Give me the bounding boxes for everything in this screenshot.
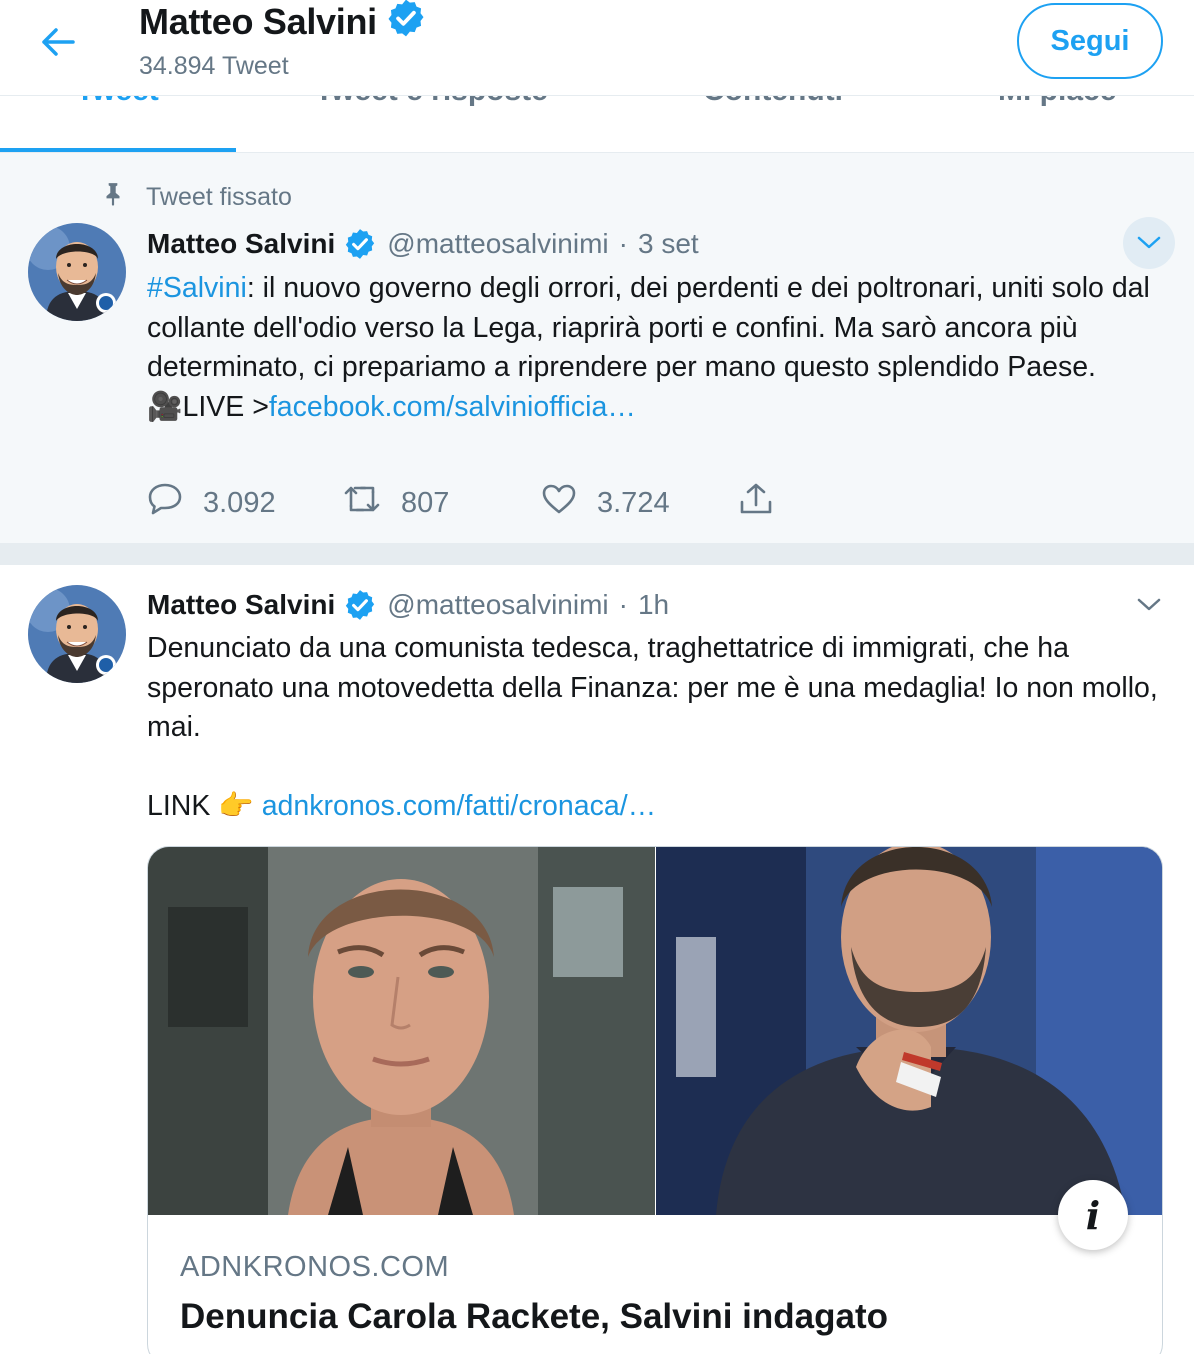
chevron-down-icon[interactable]	[1123, 217, 1175, 269]
share-icon	[738, 482, 774, 524]
profile-name: Matteo Salvini	[139, 1, 377, 42]
author-name[interactable]: Matteo Salvini	[147, 589, 335, 621]
tweet-timestamp[interactable]: 3 set	[638, 228, 699, 260]
tweet-divider	[0, 543, 1194, 565]
profile-header: Matteo Salvini 34.894 Tweet Segui	[0, 0, 1194, 96]
pinned-tweet[interactable]: Tweet fissato Matteo Salvini @matteosalv…	[0, 153, 1194, 543]
card-photo-left	[148, 847, 655, 1215]
author-name[interactable]: Matteo Salvini	[147, 228, 335, 260]
adnkronos-link[interactable]: adnkronos.com/fatti/cronaca/…	[262, 790, 656, 822]
profile-name-row: Matteo Salvini	[139, 0, 427, 44]
separator: ·	[618, 228, 628, 259]
reply-count: 3.092	[203, 486, 276, 519]
tab-mi-piace[interactable]: Mi piace	[998, 96, 1116, 114]
verified-badge-icon	[343, 227, 377, 261]
avatar[interactable]	[28, 223, 126, 321]
hashtag-link[interactable]: #Salvini	[147, 272, 247, 304]
tweet-text: Denunciato da una comunista tedesca, tra…	[147, 632, 1158, 743]
tweet[interactable]: Matteo Salvini @matteosalvinimi · 1h Den…	[0, 565, 1194, 1354]
verified-badge-icon	[343, 588, 377, 622]
tab-tweet[interactable]: Tweet	[76, 96, 159, 114]
card-image[interactable]	[148, 847, 1162, 1215]
profile-tabs: Tweet Tweet e risposte Contenuti Mi piac…	[0, 96, 1194, 153]
facebook-link[interactable]: facebook.com/salviniofficia…	[269, 391, 636, 423]
tweet-actions: 3.092 807 3.724	[147, 483, 774, 523]
info-icon[interactable]: i	[1058, 1180, 1128, 1250]
info-icon-glyph: i	[1085, 1192, 1101, 1238]
tweet-timestamp[interactable]: 1h	[638, 589, 669, 621]
separator: ·	[618, 589, 628, 620]
tweet-count: 34.894 Tweet	[139, 52, 289, 80]
like-icon	[541, 483, 577, 523]
link-prefix: LINK 👉	[147, 790, 254, 822]
follow-button[interactable]: Segui	[1017, 3, 1163, 79]
pin-icon	[100, 181, 126, 214]
link-card[interactable]: ADNKRONOS.COM Denuncia Carola Rackete, S…	[147, 846, 1163, 1354]
card-photo-right	[656, 847, 1162, 1215]
card-title: Denuncia Carola Rackete, Salvini indagat…	[180, 1297, 888, 1336]
share-button[interactable]	[738, 482, 774, 524]
tweet-text: #Salvini: il nuovo governo degli orrori,…	[147, 269, 1167, 427]
tab-contenuti[interactable]: Contenuti	[703, 96, 843, 114]
pinned-label: Tweet fissato	[146, 183, 292, 211]
retweet-button[interactable]: 807	[343, 484, 541, 522]
link-line: LINK 👉 adnkronos.com/fatti/cronaca/…	[147, 787, 1167, 827]
tab-tweet-e-risposte[interactable]: Tweet e risposte	[315, 96, 548, 114]
verified-badge-icon	[385, 0, 427, 48]
tweet-header: Matteo Salvini @matteosalvinimi · 1h	[147, 585, 669, 625]
pinned-label-row: Tweet fissato	[100, 181, 292, 214]
reply-icon	[147, 482, 183, 524]
author-handle[interactable]: @matteosalvinimi	[387, 589, 608, 621]
reply-button[interactable]: 3.092	[147, 482, 343, 524]
chevron-down-icon[interactable]	[1123, 579, 1175, 631]
retweet-icon	[343, 484, 381, 522]
live-prefix: 🎥LIVE >	[147, 390, 269, 423]
tweet-body: : il nuovo governo degli orrori, dei per…	[147, 272, 1150, 383]
like-count: 3.724	[597, 486, 670, 519]
avatar[interactable]	[28, 585, 126, 683]
like-button[interactable]: 3.724	[541, 483, 738, 523]
tweet-header: Matteo Salvini @matteosalvinimi · 3 set	[147, 224, 699, 264]
card-domain: ADNKRONOS.COM	[180, 1251, 450, 1283]
retweet-count: 807	[401, 486, 450, 519]
author-handle[interactable]: @matteosalvinimi	[387, 228, 608, 260]
back-arrow-icon[interactable]	[36, 22, 80, 62]
